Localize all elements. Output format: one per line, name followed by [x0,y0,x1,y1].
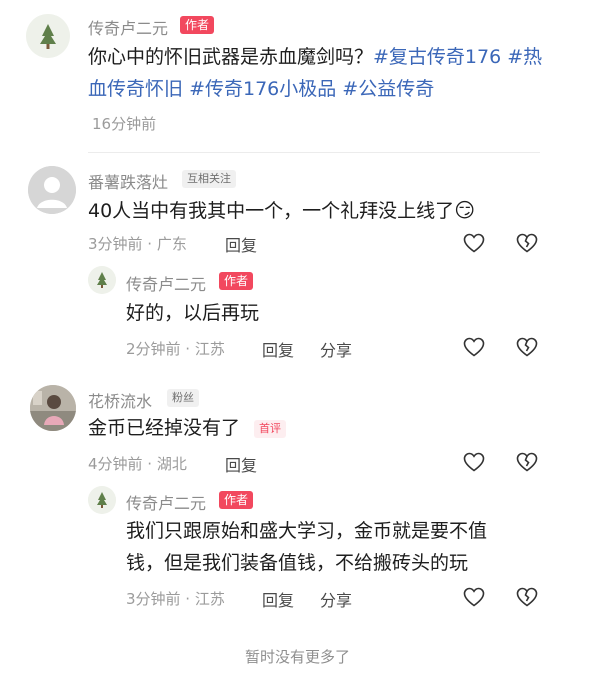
heart-icon[interactable] [462,335,486,359]
tree-avatar-icon [88,266,116,294]
fan-badge: 粉丝 [167,389,199,407]
reply-button[interactable]: 回复 [262,587,294,611]
hashtag-charity[interactable]: #公益传奇 [342,78,434,100]
user-avatar-photo[interactable] [30,385,76,431]
reply-button[interactable]: 回复 [262,337,294,361]
reply-author-avatar[interactable] [88,266,116,294]
mutual-follow-badge: 互相关注 [182,170,236,188]
share-button[interactable]: 分享 [320,587,352,611]
divider [88,152,540,153]
broken-heart-icon[interactable] [515,231,539,255]
author-badge: 作者 [219,272,254,290]
reply-author-name[interactable]: 传奇卢二元 [126,271,206,295]
comment-text: 金币已经掉没有了 [88,417,241,439]
heart-icon[interactable] [462,450,486,474]
reply-button[interactable]: 回复 [225,232,257,256]
share-button[interactable]: 分享 [320,337,352,361]
broken-heart-icon[interactable] [515,450,539,474]
comment-text-content: 40人当中有我其中一个，一个礼拜没上线了 [88,200,455,222]
comment-meta: 3分钟前 · 广东 [88,235,187,253]
heart-icon[interactable] [462,585,486,609]
reply-text-line-2: 钱，但是我们装备值钱，不给搬砖头的玩 [126,552,469,574]
no-more-footer: 暂时没有更多了 [244,648,350,666]
default-avatar-icon [28,166,76,214]
heart-icon[interactable] [462,231,486,255]
reply-author-name[interactable]: 传奇卢二元 [126,490,206,514]
hashtag-176-mini[interactable]: #传奇176小极品 [189,78,336,100]
author-avatar[interactable] [26,14,70,58]
reply-meta: 3分钟前 · 江苏 [126,590,225,608]
broken-heart-icon[interactable] [515,335,539,359]
first-comment-badge: 首评 [254,420,286,438]
post-text: 你心中的怀旧武器是赤血魔剑吗？#复古传奇176 #热血传奇怀旧 #传奇176小极… [88,41,558,105]
broken-heart-icon[interactable] [515,585,539,609]
post-time: 16分钟前 [92,115,157,133]
hashtag-retro-176[interactable]: #复古传奇176 [373,46,501,68]
author-badge: 作者 [219,491,254,509]
author-badge: 作者 [180,16,215,34]
reply-text: 好的，以后再玩 [126,302,260,324]
reply-text-line-1: 我们只跟原始和盛大学习，金币就是要不值 [126,520,488,542]
reply-author-avatar[interactable] [88,486,116,514]
reply-meta: 2分钟前 · 江苏 [126,340,225,358]
comment-user-name[interactable]: 花桥流水 [88,388,152,412]
tree-avatar-icon [88,486,116,514]
post-main-text: 你心中的怀旧武器是赤血魔剑吗？ [88,46,374,68]
person-photo-icon [30,385,76,431]
comment-meta: 4分钟前 · 湖北 [88,455,187,473]
smirk-emoji-icon: 😏 [454,198,476,222]
post-author-name[interactable]: 传奇卢二元 [88,15,168,39]
comment-text: 40人当中有我其中一个，一个礼拜没上线了😏 [88,194,548,227]
reply-button[interactable]: 回复 [225,452,257,476]
comment-user-name[interactable]: 番薯跌落灶 [88,169,168,193]
user-avatar-default[interactable] [28,166,76,214]
tree-avatar-icon [26,14,70,58]
